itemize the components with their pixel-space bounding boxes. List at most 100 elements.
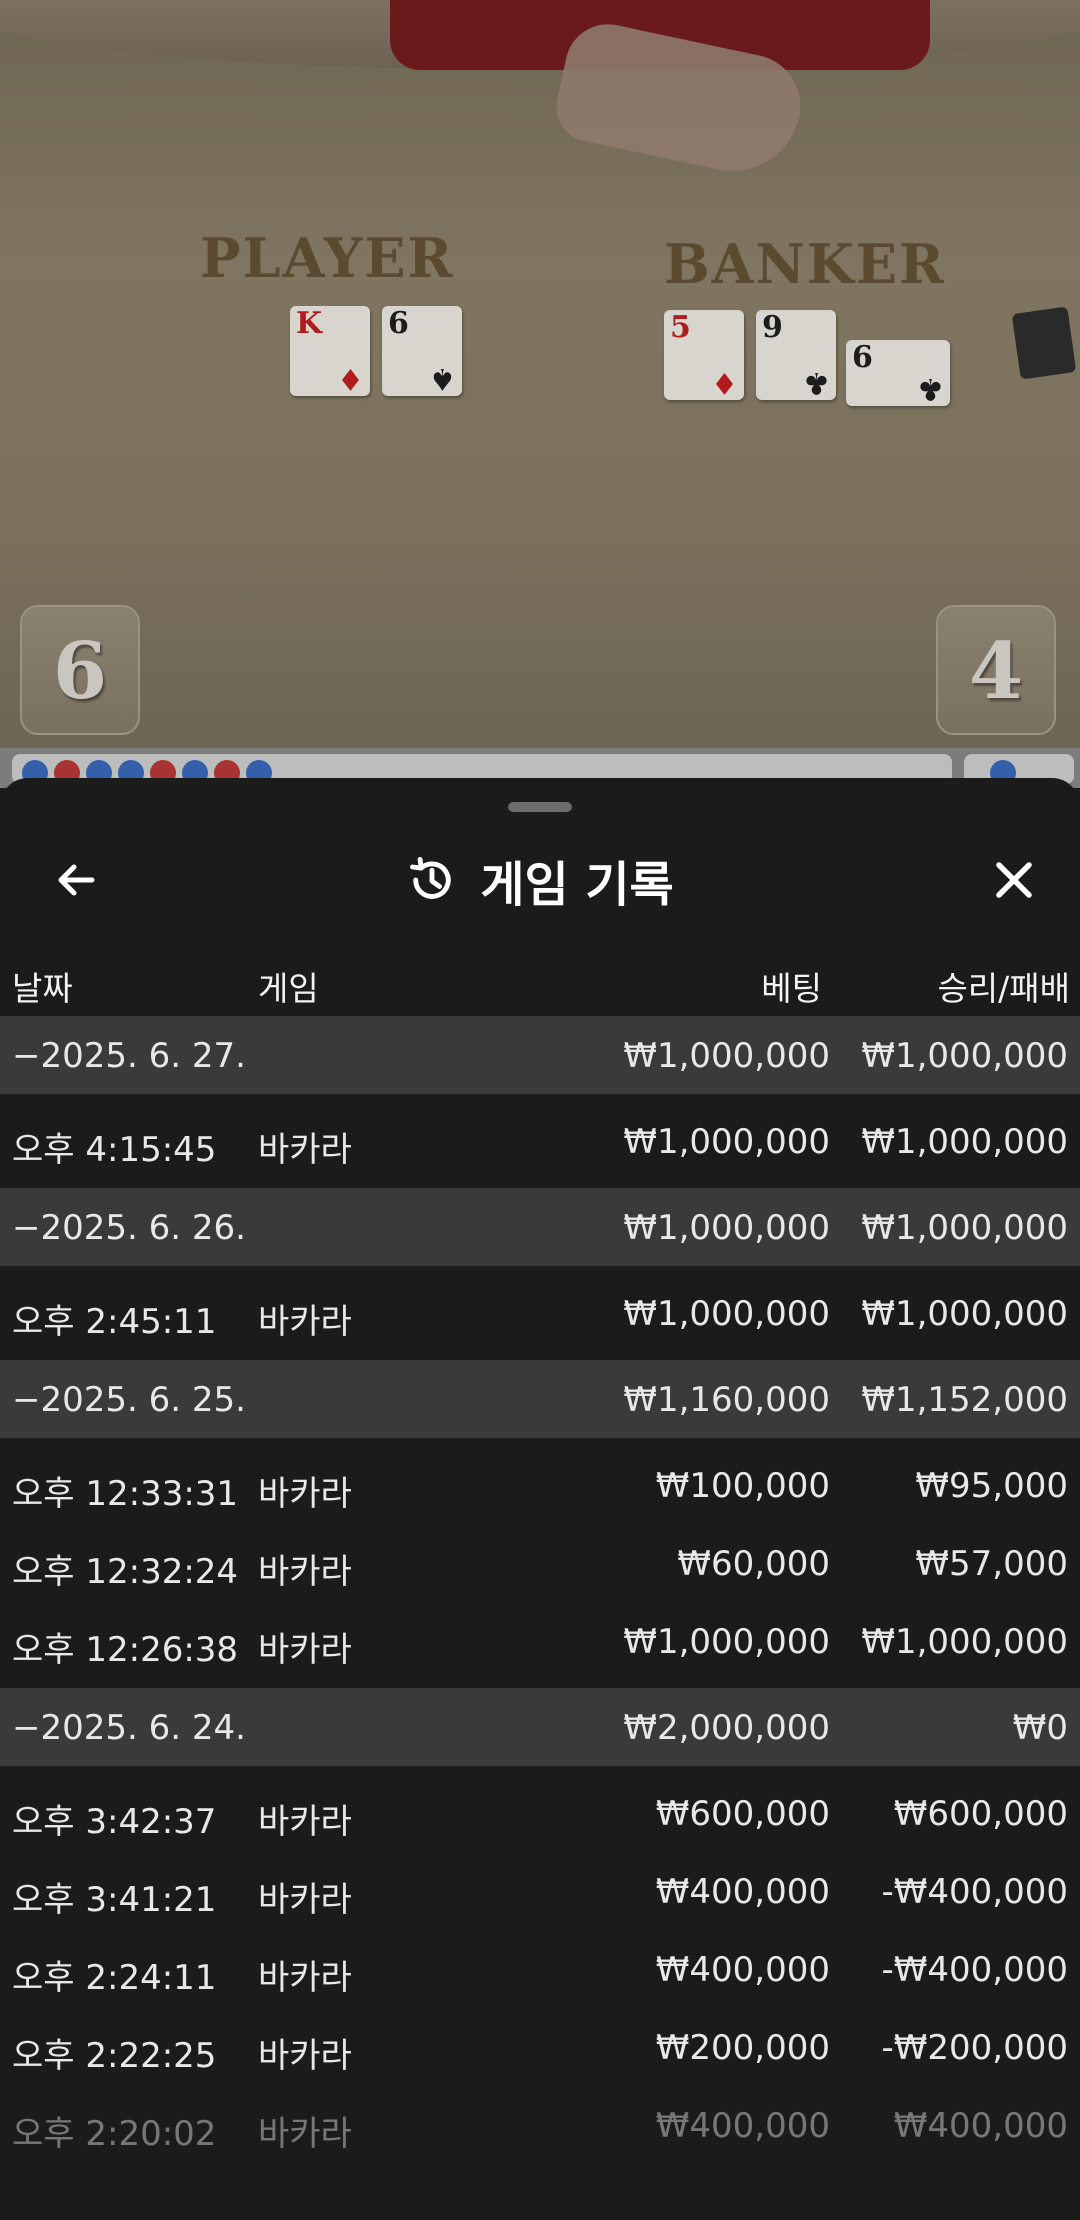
game-history-sheet: 게임 기록 날짜 게임 베팅 승리/패배 −2025. 6. 27. ₩1,00… <box>0 778 1080 2220</box>
row-winloss: ₩95,000 <box>915 1466 1068 1506</box>
banker-card-2: 9 ♣ <box>756 310 836 400</box>
group-date: −2025. 6. 27. <box>12 1036 246 1076</box>
sheet-header: 게임 기록 <box>0 830 1080 930</box>
row-game: 바카라 <box>258 1958 352 1998</box>
row-time: 오후 12:32:24 <box>12 1552 239 1592</box>
row-game: 바카라 <box>258 1302 352 1342</box>
history-row[interactable]: 오후 2:45:11 바카라 ₩1,000,000 ₩1,000,000 <box>0 1274 1080 1352</box>
sheet-drag-handle[interactable] <box>508 802 572 812</box>
card-rank: 9 <box>762 310 783 345</box>
row-bet: ₩1,000,000 <box>623 1622 830 1662</box>
sheet-title: 게임 기록 <box>480 857 674 913</box>
column-winloss: 승리/패배 <box>937 969 1070 1008</box>
card-suit: ♠ <box>429 361 456 396</box>
row-game: 바카라 <box>258 1880 352 1920</box>
group-bet-total: ₩1,000,000 <box>623 1036 830 1076</box>
row-game: 바카라 <box>258 2036 352 2076</box>
group-winloss-total: ₩1,000,000 <box>861 1036 1068 1076</box>
row-time: 오후 2:45:11 <box>12 1302 217 1342</box>
row-bet: ₩60,000 <box>677 1544 830 1584</box>
card-rank: K <box>296 306 323 341</box>
card-rank: 6 <box>388 306 409 341</box>
close-icon <box>996 862 1032 898</box>
history-row[interactable]: 오후 4:15:45 바카라 ₩1,000,000 ₩1,000,000 <box>0 1102 1080 1180</box>
history-row[interactable]: 오후 12:33:31 바카라 ₩100,000 ₩95,000 <box>0 1446 1080 1524</box>
row-winloss: -₩400,000 <box>881 1872 1069 1912</box>
card-rank: 6 <box>852 340 873 375</box>
history-table: −2025. 6. 27. ₩1,000,000 ₩1,000,000 오후 4… <box>0 1016 1080 2164</box>
player-label: PLAYER <box>200 226 455 290</box>
group-bet-total: ₩1,160,000 <box>623 1380 830 1420</box>
column-game: 게임 <box>258 969 319 1008</box>
column-date: 날짜 <box>12 969 73 1008</box>
group-winloss-total: ₩1,152,000 <box>861 1380 1068 1420</box>
row-winloss: ₩600,000 <box>893 1794 1068 1834</box>
history-row[interactable]: 오후 2:24:11 바카라 ₩400,000 -₩400,000 <box>0 1930 1080 2008</box>
row-winloss: ₩1,000,000 <box>861 1122 1068 1162</box>
group-date: −2025. 6. 25. <box>12 1380 246 1420</box>
row-time: 오후 3:41:21 <box>12 1880 217 1920</box>
group-bet-total: ₩1,000,000 <box>623 1208 830 1248</box>
card-suit: ♦ <box>711 365 738 400</box>
card-suit: ♣ <box>803 365 830 400</box>
row-time: 오후 2:24:11 <box>12 1958 217 1998</box>
group-bet-total: ₩2,000,000 <box>623 1708 830 1748</box>
history-row[interactable]: 오후 12:32:24 바카라 ₩60,000 ₩57,000 <box>0 1524 1080 1602</box>
banker-score: 4 <box>936 605 1056 735</box>
row-winloss: -₩200,000 <box>881 2028 1069 2068</box>
live-video-feed: PLAYER BANKER K ♦ 6 ♠ 5 ♦ 9 ♣ 6 ♣ 6 4 <box>0 0 1080 760</box>
row-game: 바카라 <box>258 1552 352 1592</box>
date-group-row[interactable]: −2025. 6. 25. ₩1,160,000 ₩1,152,000 <box>0 1360 1080 1438</box>
group-winloss-total: ₩1,000,000 <box>861 1208 1068 1248</box>
row-time: 오후 2:20:02 <box>12 2114 217 2154</box>
row-time: 오후 12:33:31 <box>12 1474 239 1514</box>
table-header: 날짜 게임 베팅 승리/패배 <box>0 948 1080 1018</box>
history-row[interactable]: 오후 12:26:38 바카라 ₩1,000,000 ₩1,000,000 <box>0 1602 1080 1680</box>
row-bet: ₩400,000 <box>655 2106 830 2146</box>
player-card-2: 6 ♠ <box>382 306 462 396</box>
row-game: 바카라 <box>258 1474 352 1514</box>
row-winloss: ₩1,000,000 <box>861 1294 1068 1334</box>
row-bet: ₩1,000,000 <box>623 1294 830 1334</box>
history-icon <box>410 856 451 899</box>
row-bet: ₩600,000 <box>655 1794 830 1834</box>
row-time: 오후 3:42:37 <box>12 1802 217 1842</box>
date-group-row[interactable]: −2025. 6. 26. ₩1,000,000 ₩1,000,000 <box>0 1188 1080 1266</box>
player-card-1: K ♦ <box>290 306 370 396</box>
group-date: −2025. 6. 24. <box>12 1708 246 1748</box>
banker-card-1: 5 ♦ <box>664 310 744 400</box>
card-shoe <box>1011 306 1077 380</box>
date-group-row[interactable]: −2025. 6. 24. ₩2,000,000 ₩0 <box>0 1688 1080 1766</box>
group-winloss-total: ₩0 <box>1012 1708 1068 1748</box>
close-button[interactable] <box>982 848 1046 912</box>
row-bet: ₩400,000 <box>655 1950 830 1990</box>
row-bet: ₩100,000 <box>655 1466 830 1506</box>
banker-label: BANKER <box>664 232 946 296</box>
row-winloss: ₩57,000 <box>915 1544 1068 1584</box>
history-row[interactable]: 오후 2:22:25 바카라 ₩200,000 -₩200,000 <box>0 2008 1080 2086</box>
row-game: 바카라 <box>258 2114 352 2154</box>
date-group-row[interactable]: −2025. 6. 27. ₩1,000,000 ₩1,000,000 <box>0 1016 1080 1094</box>
row-winloss: ₩1,000,000 <box>861 1622 1068 1662</box>
row-bet: ₩400,000 <box>655 1872 830 1912</box>
player-score: 6 <box>20 605 140 735</box>
group-date: −2025. 6. 26. <box>12 1208 246 1248</box>
row-bet: ₩200,000 <box>655 2028 830 2068</box>
row-time: 오후 12:26:38 <box>12 1630 239 1670</box>
row-game: 바카라 <box>258 1130 352 1170</box>
row-bet: ₩1,000,000 <box>623 1122 830 1162</box>
row-winloss: ₩400,000 <box>893 2106 1068 2146</box>
card-suit: ♦ <box>337 361 364 396</box>
history-row[interactable]: 오후 3:41:21 바카라 ₩400,000 -₩400,000 <box>0 1852 1080 1930</box>
card-suit: ♣ <box>917 371 944 406</box>
row-game: 바카라 <box>258 1630 352 1670</box>
history-row[interactable]: 오후 3:42:37 바카라 ₩600,000 ₩600,000 <box>0 1774 1080 1852</box>
row-time: 오후 2:22:25 <box>12 2036 217 2076</box>
card-rank: 5 <box>670 310 691 345</box>
sheet-title-group: 게임 기록 <box>0 848 1080 913</box>
history-row[interactable]: 오후 2:20:02 바카라 ₩400,000 ₩400,000 <box>0 2086 1080 2164</box>
column-bet: 베팅 <box>761 969 822 1008</box>
row-winloss: -₩400,000 <box>881 1950 1069 1990</box>
banker-card-3: 6 ♣ <box>846 340 950 406</box>
row-time: 오후 4:15:45 <box>12 1130 217 1170</box>
